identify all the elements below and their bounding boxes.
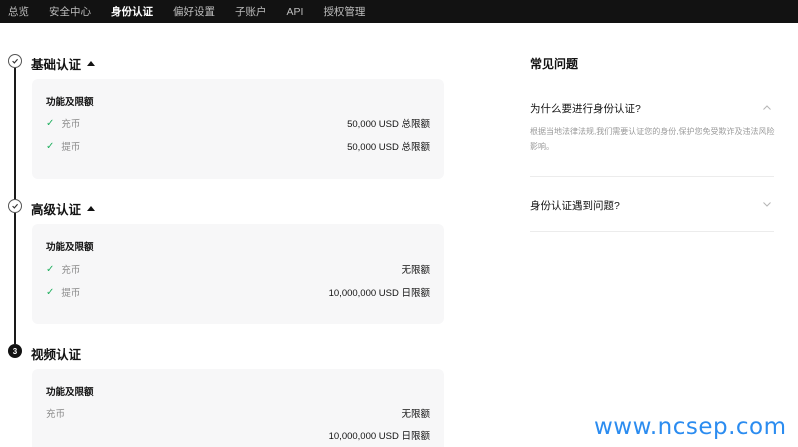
card-heading: 功能及限额 <box>46 97 94 108</box>
card-heading: 功能及限额 <box>46 387 94 398</box>
top-nav: 总览 安全中心 身份认证 偏好设置 子账户 API 授权管理 <box>0 0 798 23</box>
faq-question-why-verify[interactable]: 为什么要进行身份认证? <box>530 101 641 116</box>
step-title-label: 基础认证 <box>31 58 82 72</box>
deposit-limit-value: 50,000 USD 总限额 <box>347 119 430 130</box>
deposit-label: ✓ 充币 <box>46 117 81 131</box>
deposit-limit-value: 无限额 <box>401 265 430 276</box>
faq-question-verify-problem[interactable]: 身份认证遇到问题? <box>530 198 620 213</box>
check-icon: ✓ <box>46 140 55 152</box>
limits-card-video: 功能及限额 充币 无限额 10,000,000 USD 日限额 <box>32 369 444 447</box>
tab-api[interactable]: API <box>287 6 304 18</box>
faq-answer: 根据当地法律法规,我们需要认证您的身份,保护您免受欺诈及违法风险影响。 <box>530 127 775 151</box>
check-icon: ✓ <box>46 117 55 129</box>
check-circle-icon <box>8 54 22 68</box>
card-heading: 功能及限额 <box>46 242 94 253</box>
chevron-up-icon[interactable] <box>762 103 772 113</box>
tab-sub-accounts[interactable]: 子账户 <box>235 4 267 19</box>
step-title-advanced[interactable]: 高级认证 <box>31 199 96 218</box>
step-title-label: 高级认证 <box>31 203 82 217</box>
tab-preferences[interactable]: 偏好设置 <box>173 4 215 19</box>
deposit-limit-value: 无限额 <box>401 409 430 420</box>
step-number-badge: 3 <box>8 344 22 358</box>
faq-title: 常见问题 <box>530 57 579 71</box>
check-icon: ✓ <box>46 263 55 275</box>
watermark: www.ncsep.com <box>594 414 787 440</box>
check-circle-icon <box>8 199 22 213</box>
tab-identity-verification[interactable]: 身份认证 <box>111 4 153 19</box>
withdraw-label: ✓ 提币 <box>46 140 81 154</box>
tab-security-center[interactable]: 安全中心 <box>49 4 91 19</box>
withdraw-label: ✓ 提币 <box>46 286 81 300</box>
caret-up-icon <box>87 206 96 211</box>
step-title-basic[interactable]: 基础认证 <box>31 54 96 73</box>
step-title-label: 视频认证 <box>31 348 82 362</box>
caret-up-icon <box>87 61 96 66</box>
divider <box>530 231 774 232</box>
step-title-video[interactable]: 视频认证 <box>31 344 81 363</box>
check-icon: ✓ <box>46 286 55 298</box>
timeline-line <box>14 213 16 344</box>
limits-card-advanced: 功能及限额 ✓ 充币 无限额 ✓ 提币 10,000,000 USD 日限额 <box>32 224 444 324</box>
limits-card-basic: 功能及限额 ✓ 充币 50,000 USD 总限额 ✓ 提币 50,000 USD … <box>32 79 444 179</box>
chevron-down-icon[interactable] <box>762 199 772 209</box>
withdraw-limit-value: 10,000,000 USD 日限额 <box>328 431 430 442</box>
withdraw-limit-value: 50,000 USD 总限额 <box>347 142 430 153</box>
withdraw-limit-value: 10,000,000 USD 日限额 <box>328 288 430 299</box>
deposit-label: 充币 <box>46 409 66 420</box>
divider <box>530 176 774 177</box>
tab-authorization[interactable]: 授权管理 <box>323 4 365 19</box>
timeline-line <box>14 68 16 199</box>
deposit-label: ✓ 充币 <box>46 263 81 277</box>
tab-overview[interactable]: 总览 <box>8 4 29 19</box>
